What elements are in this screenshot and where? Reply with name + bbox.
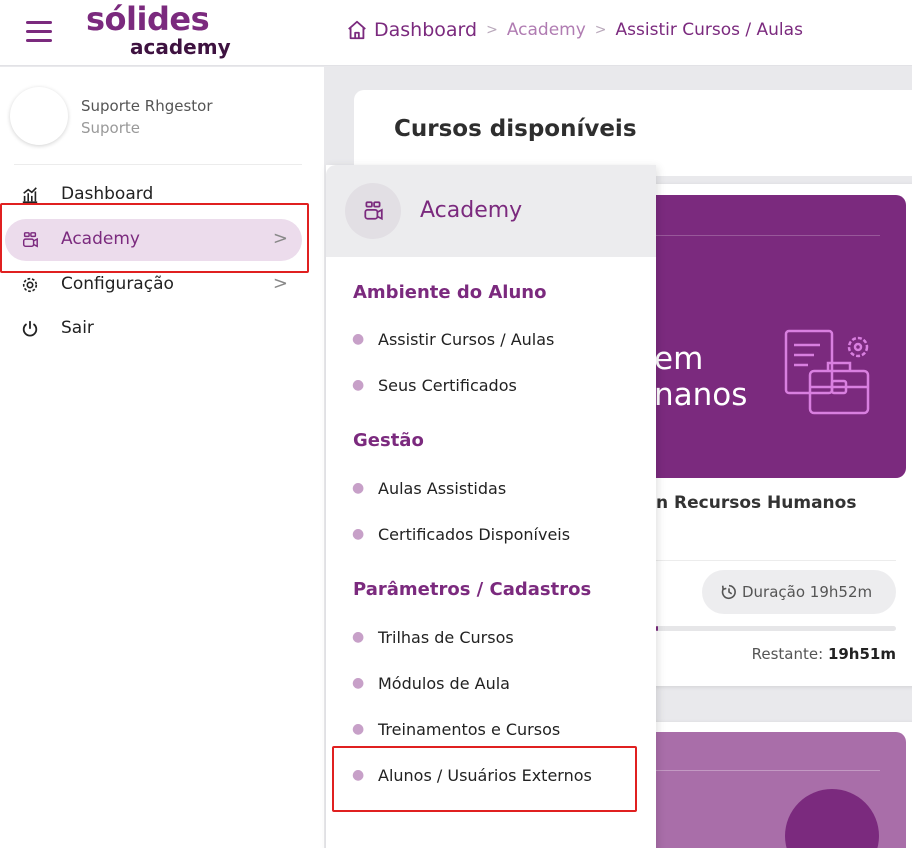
menu-item-label: Certificados Disponíveis: [378, 525, 571, 544]
sidebar-item-label: Dashboard: [61, 184, 154, 204]
section-ambiente-do-aluno: Ambiente do Aluno: [353, 282, 547, 303]
banner-text: em nanos: [654, 341, 747, 413]
sidebar-item-label: Sair: [61, 318, 94, 338]
top-bar: sólides academy Dashboard > Academy > As…: [0, 0, 912, 66]
banner-text-line1: em: [654, 341, 704, 377]
menu-toggle-icon[interactable]: [26, 21, 52, 43]
sidebar: Suporte Rhgestor Suporte Dashboard Acade…: [0, 67, 324, 848]
menu-item-label: Aulas Assistidas: [378, 479, 507, 498]
avatar[interactable]: [10, 87, 68, 145]
remaining-value: 19h51m: [827, 645, 896, 663]
sidebar-item-label: Academy: [61, 229, 140, 249]
academy-icon: [22, 232, 38, 248]
menu-item-label: Assistir Cursos / Aulas: [378, 330, 555, 349]
sidebar-item-sair[interactable]: Sair: [5, 308, 302, 350]
menu-item-seus-certificados[interactable]: ● Seus Certificados: [340, 371, 640, 405]
divider: [650, 235, 880, 236]
breadcrumb: Dashboard > Academy > Assistir Cursos / …: [346, 19, 803, 41]
sidebar-item-dashboard[interactable]: Dashboard: [5, 174, 302, 216]
submenu-icon-wrap: [345, 183, 401, 239]
remaining-label: Restante:: [751, 645, 824, 663]
bullet-icon: ●: [352, 480, 365, 496]
banner-circle-decoration: [785, 789, 879, 848]
chevron-right-icon: >: [272, 228, 288, 249]
user-name: Suporte Rhgestor: [81, 97, 213, 115]
course-banner[interactable]: em nanos: [650, 195, 906, 478]
bullet-icon: ●: [352, 675, 365, 691]
menu-item-alunos-usuarios-externos[interactable]: ● Alunos / Usuários Externos: [340, 761, 640, 795]
courses-header-card: Cursos disponíveis: [354, 90, 912, 176]
briefcase-document-icon: [784, 329, 870, 415]
academy-submenu: Academy Ambiente do Aluno ● Assistir Cur…: [326, 165, 656, 848]
power-icon: [22, 320, 38, 337]
academy-icon: [364, 201, 383, 221]
breadcrumb-current: Assistir Cursos / Aulas: [615, 20, 803, 40]
breadcrumb-academy[interactable]: Academy: [507, 20, 586, 40]
user-profile[interactable]: Suporte Rhgestor Suporte: [10, 87, 310, 147]
menu-item-trilhas-de-cursos[interactable]: ● Trilhas de Cursos: [340, 623, 640, 657]
bullet-icon: ●: [352, 526, 365, 542]
logo[interactable]: sólides academy: [86, 0, 236, 62]
bullet-icon: ●: [352, 767, 365, 783]
duration-badge: Duração 19h52m: [702, 570, 896, 614]
chart-icon: [22, 187, 38, 204]
banner-text-line2: nanos: [654, 377, 748, 413]
course-progress-fill: [656, 626, 659, 631]
page-title: Cursos disponíveis: [394, 116, 637, 142]
gear-icon: [22, 277, 38, 293]
sidebar-item-label: Configuração: [61, 274, 174, 294]
course-title[interactable]: n Recursos Humanos: [656, 493, 856, 513]
course-banner[interactable]: [650, 732, 906, 848]
bullet-icon: ●: [352, 377, 365, 393]
menu-item-certificados-disponiveis[interactable]: ● Certificados Disponíveis: [340, 520, 640, 554]
sidebar-item-academy[interactable]: Academy >: [5, 219, 302, 261]
bullet-icon: ●: [352, 721, 365, 737]
logo-sub-text: academy: [130, 35, 231, 59]
user-role: Suporte: [81, 119, 141, 137]
sidebar-item-configuracao[interactable]: Configuração >: [5, 264, 302, 306]
home-icon[interactable]: [346, 19, 368, 41]
remaining-time: Restante: 19h51m: [720, 645, 896, 663]
duration-text: Duração 19h52m: [742, 583, 873, 601]
menu-item-treinamentos-e-cursos[interactable]: ● Treinamentos e Cursos: [340, 715, 640, 749]
bullet-icon: ●: [352, 331, 365, 347]
breadcrumb-separator-icon: >: [486, 22, 498, 38]
logo-main-text: sólides: [86, 0, 210, 38]
menu-item-aulas-assistidas[interactable]: ● Aulas Assistidas: [340, 474, 640, 508]
menu-item-assistir-cursos[interactable]: ● Assistir Cursos / Aulas: [340, 325, 640, 359]
chevron-right-icon: >: [272, 273, 288, 294]
breadcrumb-separator-icon: >: [594, 22, 607, 38]
breadcrumb-dashboard[interactable]: Dashboard: [374, 19, 477, 41]
bullet-icon: ●: [352, 629, 365, 645]
divider: [14, 164, 302, 165]
menu-item-label: Alunos / Usuários Externos: [378, 766, 592, 785]
section-parametros-cadastros: Parâmetros / Cadastros: [353, 579, 592, 600]
menu-item-modulos-de-aula[interactable]: ● Módulos de Aula: [340, 669, 640, 703]
divider: [650, 770, 880, 771]
menu-item-label: Trilhas de Cursos: [378, 628, 514, 647]
menu-item-label: Módulos de Aula: [378, 674, 510, 693]
section-gestao: Gestão: [353, 430, 424, 451]
submenu-header: Academy: [326, 165, 656, 257]
timer-icon: [721, 584, 736, 600]
menu-item-label: Seus Certificados: [378, 376, 517, 395]
menu-item-label: Treinamentos e Cursos: [378, 720, 561, 739]
course-progress-bar: [656, 626, 896, 631]
divider: [656, 560, 896, 561]
submenu-title: Academy: [420, 198, 523, 223]
